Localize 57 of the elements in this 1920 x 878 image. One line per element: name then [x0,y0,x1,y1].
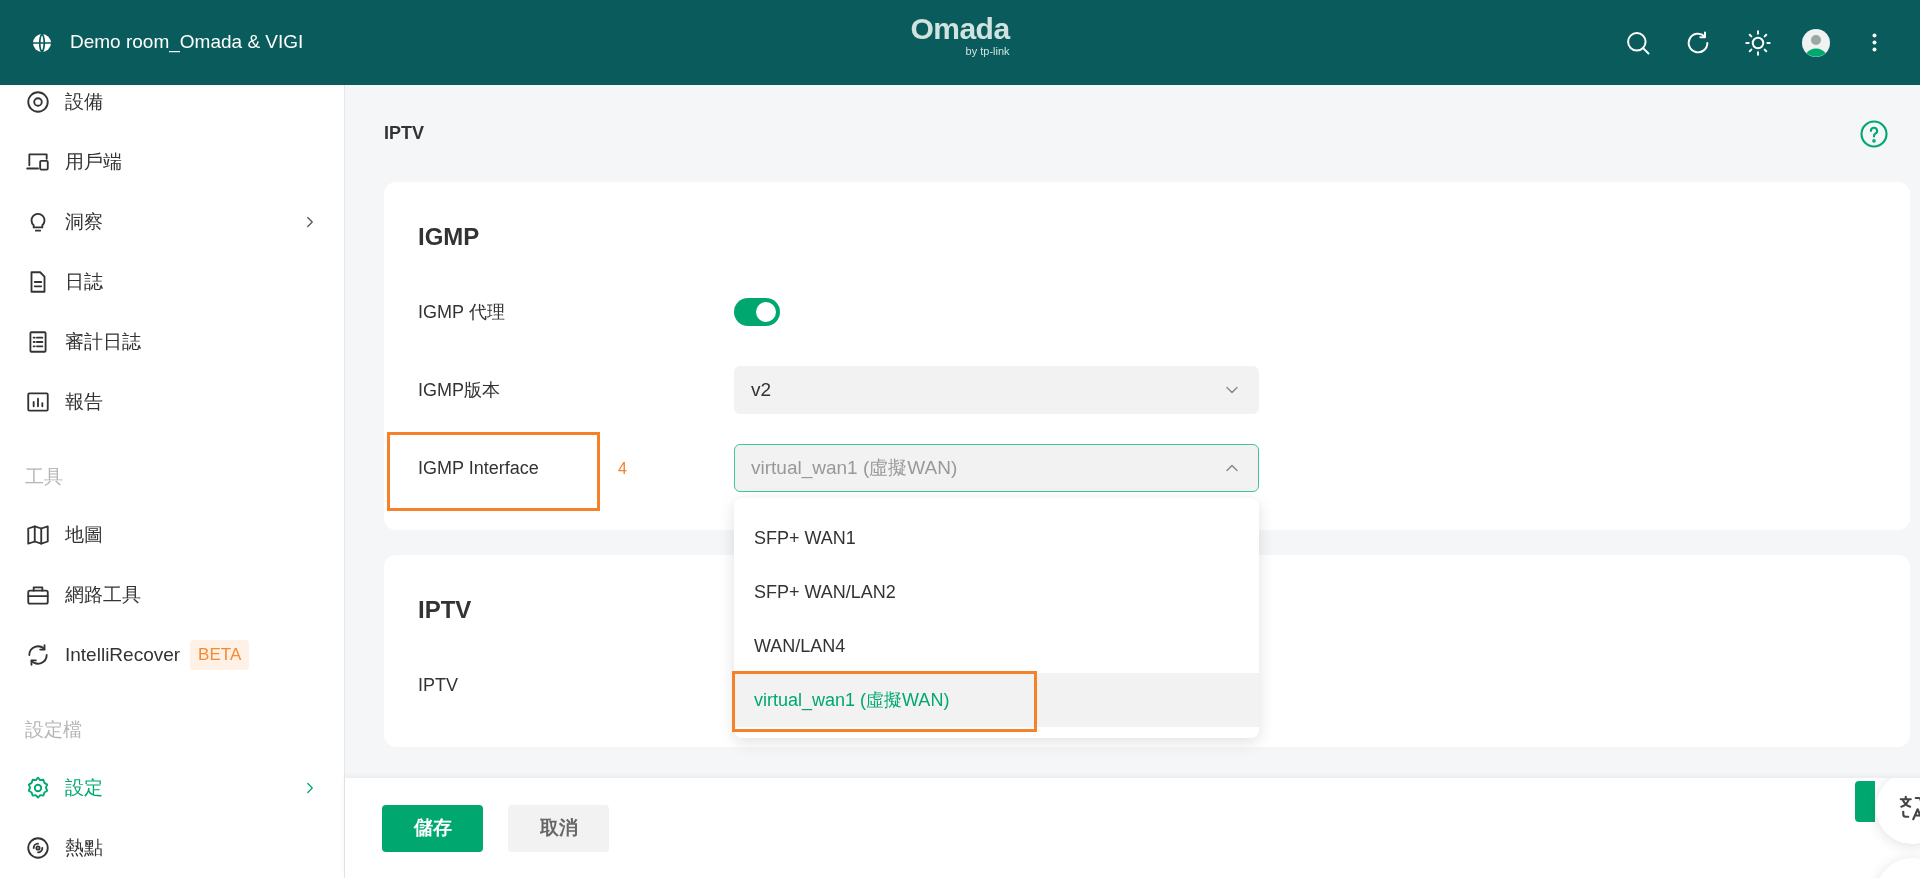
disc-icon [25,835,51,861]
dropdown-option[interactable]: SFP+ WAN1 [734,511,1259,565]
sidebar-item[interactable]: 設備 [0,85,344,132]
cancel-button[interactable]: 取消 [508,804,609,852]
dropdown-field[interactable]: v2 [734,366,1259,414]
item-label: 日誌 [65,269,103,294]
logo-text: Omada [910,14,1010,44]
sidebar-item[interactable]: IntelliRecover BETA [0,625,344,685]
beta-badge: BETA [190,640,250,670]
dropdown-option[interactable]: SFP+ WAN/LAN2 [734,565,1259,619]
target-icon [25,89,51,115]
option-label: SFP+ WAN1 [754,526,856,550]
translate-icon [1897,793,1920,823]
annotation-number: 4 [618,459,627,479]
more-icon [1871,33,1877,52]
help-button[interactable] [1858,117,1890,150]
field-label: IPTV [418,673,458,697]
sidebar-item[interactable]: 網路工具 [0,565,344,625]
site-name[interactable]: Demo room_Omada & VIGI [70,28,304,57]
item-label: 報告 [65,389,103,414]
sidebar-item[interactable]: 熱點 [0,818,344,878]
bar-chart-icon [25,389,51,415]
item-label: 地圖 [65,522,103,547]
item-label: 設定 [65,775,103,800]
toggle-switch[interactable] [734,298,780,326]
item-label: 洞察 [65,209,103,234]
item-label: 審計日誌 [65,329,141,354]
gear-icon [25,775,51,801]
section-heading: 設定檔 [24,718,83,742]
card-title: IPTV [418,595,473,625]
sidebar-item[interactable]: 報告 [0,372,344,432]
dropdown-option[interactable]: WAN/LAN4 [734,619,1259,673]
map-icon [25,522,51,548]
field-label: IGMP Interface [418,456,539,480]
theme-icon [1744,28,1772,57]
sidebar-item[interactable]: 地圖 [0,505,344,565]
field-label: IGMP版本 [418,378,500,402]
avatar-icon[interactable] [1802,28,1830,57]
option-label: WAN/LAN4 [754,634,846,658]
item-label: 熱點 [65,835,103,860]
item-label: IntelliRecover [65,642,181,667]
section-heading: 工具 [24,465,64,489]
card-title: IGMP [418,222,481,252]
logo-subtitle: by tp-link [965,46,1010,57]
sidebar-item[interactable]: 洞察 [0,192,344,252]
item-label: 設備 [65,89,103,114]
page-title: IPTV [384,122,424,145]
field-label: IGMP 代理 [418,300,505,324]
sidebar-item[interactable]: 日誌 [0,252,344,312]
sidebar-item[interactable]: 用戶端 [0,132,344,192]
sidebar-item[interactable]: 審計日誌 [0,312,344,372]
item-label: 網路工具 [65,582,141,607]
cycle-icon [25,642,51,668]
option-label: SFP+ WAN/LAN2 [754,580,896,604]
option-label: virtual_wan1 (虛擬WAN) [754,688,950,713]
item-label: 用戶端 [65,149,122,174]
help-icon [1859,118,1889,149]
